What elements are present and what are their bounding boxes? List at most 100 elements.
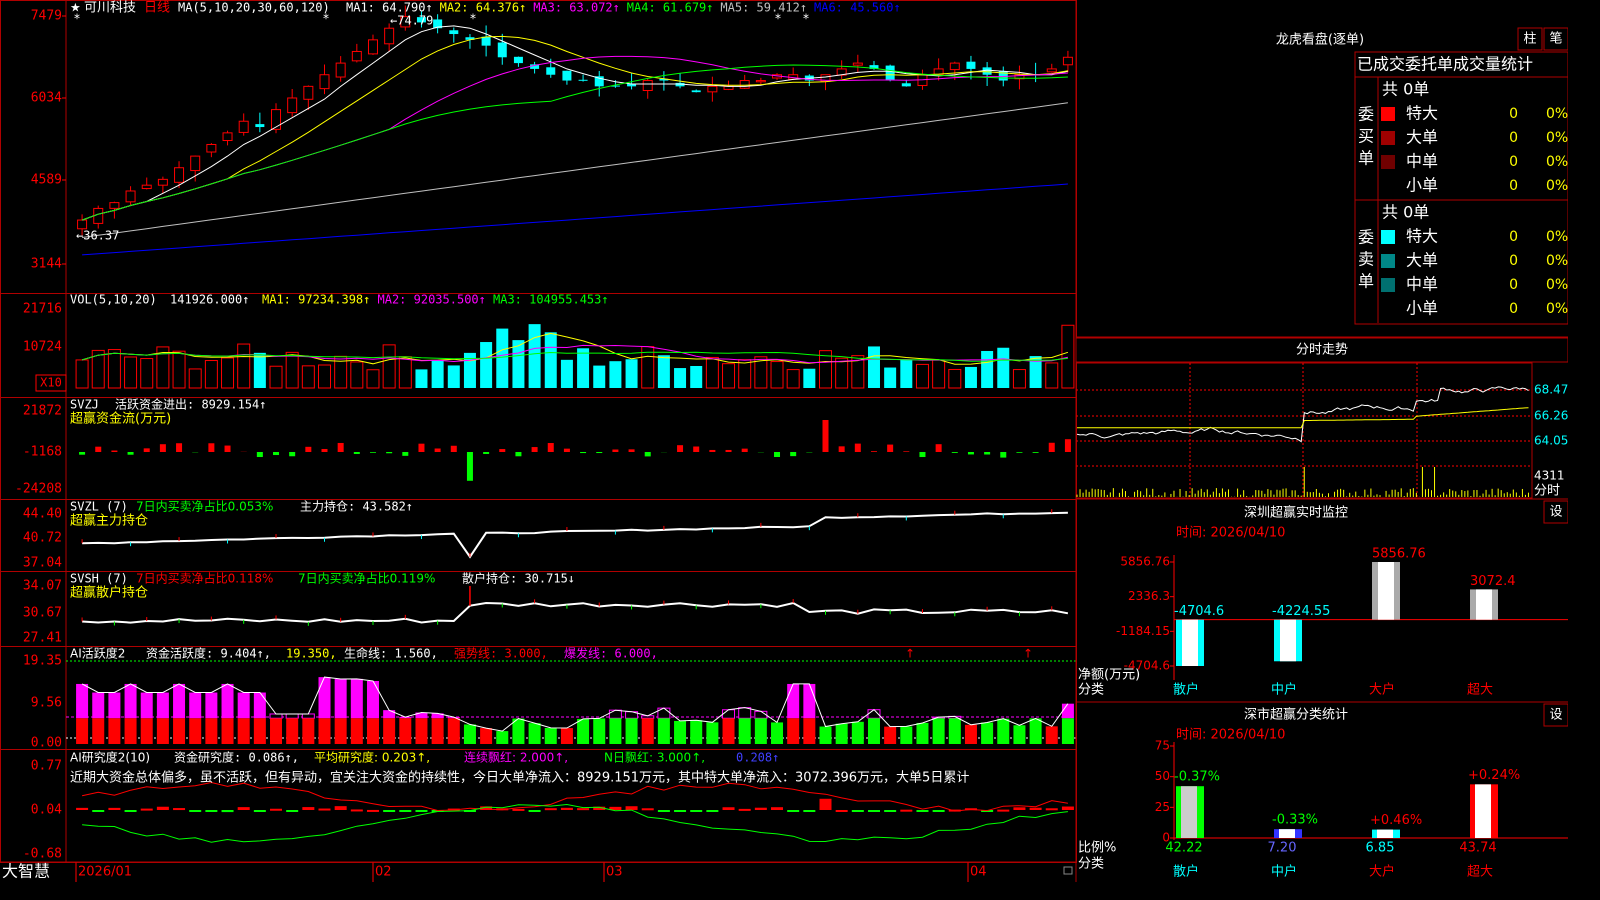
cls-xlabel: 分类 (1078, 857, 1104, 872)
price-axis-tick: 6034 (31, 91, 62, 106)
activity-bar (803, 718, 816, 744)
candle (739, 80, 750, 89)
activity-bar-top (221, 683, 234, 719)
research-bar (706, 810, 719, 812)
candle (303, 85, 314, 100)
date-label: 04 (970, 865, 987, 880)
sell-row-value: 0 (1509, 253, 1518, 269)
svsh-ratio-2: 7日内买卖净占比0.119% (298, 571, 435, 586)
sell-row-name: 特大 (1406, 227, 1438, 246)
air-extra: 0.208↑ (736, 751, 779, 765)
intraday-vol-label: 分时 (1534, 484, 1560, 499)
candle (1046, 68, 1057, 73)
research-bar (318, 808, 331, 811)
air-commentary: 近期大资金总体偏多，虽不活跃，但有异动，宜关注大资金的持续性，今日大单净流入：8… (70, 770, 969, 786)
volume-bar (221, 357, 235, 389)
ma-line-6 (82, 183, 1068, 256)
activity-bar (399, 718, 412, 744)
volume-bar (496, 328, 509, 388)
activity-bar-top (205, 692, 218, 719)
flow-bar (159, 444, 166, 452)
activity-bar (867, 718, 880, 744)
activity-bar (253, 718, 266, 744)
lock-icon[interactable] (1063, 866, 1073, 875)
research-bar (932, 810, 945, 812)
sell-color-swatch (1381, 254, 1395, 268)
volume-bar (948, 368, 962, 389)
research-bar (399, 810, 412, 812)
volume-bar (964, 366, 977, 388)
flow-bar (95, 446, 102, 452)
vol-axis-tick: 10724 (23, 340, 62, 355)
date-label: 03 (606, 865, 623, 880)
price-axis-tick: 4589 (31, 173, 62, 188)
candle (578, 79, 588, 81)
flow-bar (951, 452, 958, 453)
buy-row-pct: 0% (1546, 106, 1568, 122)
volume-bar (366, 369, 380, 389)
sell-side-label: 卖 (1358, 250, 1374, 269)
volume-bar (867, 346, 880, 388)
candle (351, 50, 362, 62)
svsh-axis-tick: 30.67 (23, 606, 62, 621)
sz-bar-value: -4704.6 (1174, 604, 1224, 619)
flow-bar (1048, 442, 1055, 452)
activity-bar-top (237, 692, 250, 719)
period-label: 日线 (144, 1, 170, 16)
activity-bar-top (253, 692, 266, 719)
sell-row-name: 中单 (1406, 275, 1438, 294)
activity-bar (560, 728, 573, 744)
bar-view-label: 柱 (1523, 32, 1536, 47)
flag-marker: * (803, 12, 809, 26)
activity-bar-top (140, 692, 153, 719)
flag-marker: * (323, 12, 329, 26)
flow-bar (1064, 439, 1071, 452)
activity-bar-top (124, 683, 137, 719)
activity-bar-top (76, 683, 89, 719)
lhb-title: 龙虎看盘(逐单) (1276, 32, 1364, 48)
volume-bar (884, 367, 897, 388)
volume-bar (786, 369, 800, 389)
buy-row-name: 小单 (1406, 176, 1438, 195)
sell-row-value: 0 (1509, 277, 1518, 293)
volume-bar (738, 359, 752, 389)
volume-bar (900, 359, 913, 388)
research-bar (286, 810, 299, 812)
cls-axis-tick: 75 (1155, 739, 1170, 753)
buy-row-pct: 0% (1546, 178, 1568, 194)
cls-time: 时间: 2026/04/10 (1176, 728, 1285, 743)
candle (271, 109, 282, 130)
activity-bar (722, 718, 735, 744)
research-bar (270, 808, 283, 811)
activity-bar (787, 718, 800, 744)
volume-bar (140, 358, 154, 389)
flow-bar (224, 445, 231, 452)
activity-bar (835, 723, 848, 744)
activity-bar-top (156, 692, 169, 719)
activity-bar (76, 718, 89, 744)
sz-bar-value: -4224.55 (1272, 604, 1330, 619)
research-bar (334, 806, 347, 810)
volume-bar (1045, 362, 1059, 389)
research-bar (302, 807, 315, 810)
activity-bar (205, 718, 218, 744)
flow-bar (596, 452, 603, 454)
activity-bar (92, 718, 105, 744)
activity-bar (706, 722, 719, 744)
sz-category: 散户 (1173, 682, 1199, 698)
activity-bar (383, 718, 396, 744)
volume-bar (577, 348, 590, 388)
intraday-vol-max: 4311 (1534, 469, 1565, 483)
sell-color-swatch (1381, 278, 1395, 292)
volume-bar (382, 344, 396, 389)
ma-line-2 (81, 35, 1068, 221)
sz-bar-highlight (1378, 562, 1394, 620)
activity-bar (528, 723, 541, 744)
svzl-axis-tick: 40.72 (23, 531, 62, 546)
flow-bar (143, 448, 150, 452)
sz-settings-label: 设 (1549, 505, 1562, 520)
flow-bar (1000, 452, 1007, 458)
activity-bar-top (383, 710, 396, 719)
air-research: 资金研究度: 0.086↑, (174, 750, 299, 765)
svzl-readout: 主力持仓: 43.582↑ (300, 499, 413, 514)
